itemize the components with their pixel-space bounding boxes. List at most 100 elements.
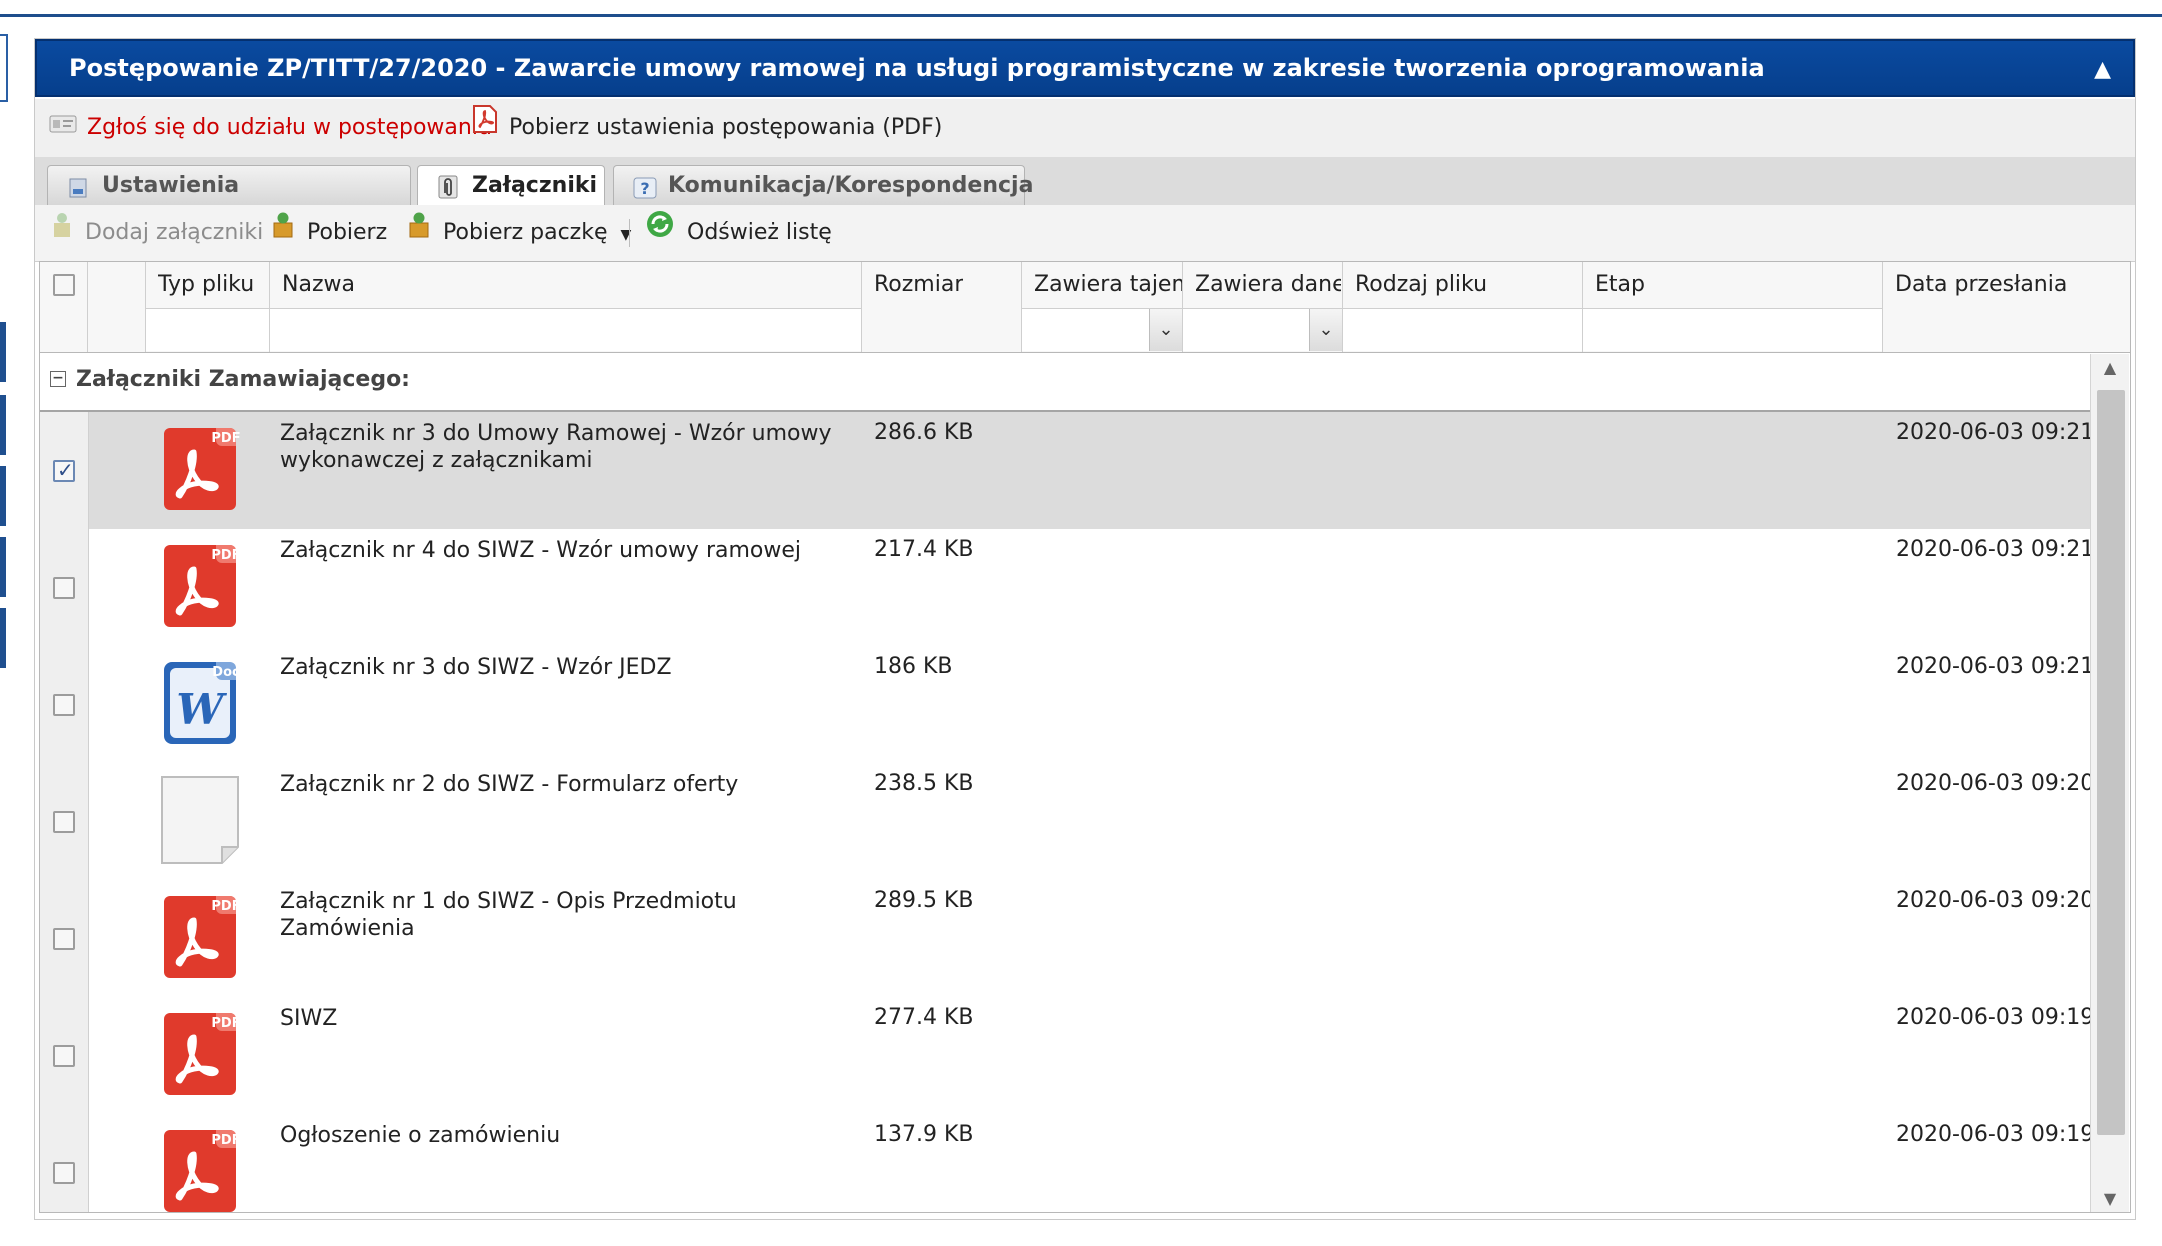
- pdf-file-icon: PDF: [158, 1009, 248, 1099]
- table-row[interactable]: PDF Załącznik nr 4 do SIWZ - Wzór umowy r…: [40, 529, 2090, 647]
- toolbar-separator: [629, 219, 630, 247]
- row-checkbox[interactable]: [53, 577, 75, 599]
- tab-strip: Ustawienia postępowania Załączniki ? Kom…: [35, 157, 2135, 238]
- file-name: Załącznik nr 2 do SIWZ - Formularz ofert…: [280, 772, 739, 797]
- row-checkbox[interactable]: [53, 928, 75, 950]
- id-card-icon: [49, 99, 77, 157]
- tab-ustawienia[interactable]: Ustawienia postępowania: [47, 165, 411, 238]
- add-attachments-label: Dodaj załączniki: [85, 220, 264, 245]
- refresh-button[interactable]: Odśwież listę: [645, 205, 832, 261]
- vertical-scrollbar[interactable]: ▲ ▼: [2090, 354, 2129, 1212]
- scroll-down-arrow-icon[interactable]: ▼: [2091, 1189, 2129, 1208]
- left-side-tab[interactable]: [0, 537, 6, 597]
- pdf-file-icon: PDF: [158, 1126, 248, 1212]
- download-button[interactable]: Pobierz: [271, 205, 387, 261]
- svg-text:PDF: PDF: [211, 899, 240, 914]
- add-file-icon: [51, 205, 73, 261]
- scroll-up-arrow-icon[interactable]: ▲: [2091, 358, 2129, 377]
- type-filter-input[interactable]: [146, 308, 269, 351]
- tab-zalaczniki[interactable]: Załączniki: [417, 165, 605, 206]
- upload-date: 2020-06-03 09:19:1: [1896, 1122, 2090, 1147]
- column-title: Data przesłania: [1895, 272, 2068, 297]
- table-row[interactable]: PDF SIWZ 277.4 KB 2020-06-03 09:19:3: [40, 997, 2090, 1115]
- group-row[interactable]: − Załączniki Zamawiającego:: [40, 354, 2090, 412]
- apply-link[interactable]: Zgłoś się do udziału w postępowaniu: [49, 99, 492, 157]
- procedure-panel: Postępowanie ZP/TITT/27/2020 - Zawarcie …: [34, 38, 2136, 1220]
- table-row[interactable]: PDF Załącznik nr 1 do SIWZ - Opis Przedmi…: [40, 880, 2090, 998]
- file-name: Załącznik nr 4 do SIWZ - Wzór umowy ramo…: [280, 538, 802, 563]
- upload-date: 2020-06-03 09:21:3: [1896, 537, 2090, 562]
- column-stage[interactable]: Etap: [1583, 262, 1883, 352]
- file-size: 289.5 KB: [874, 888, 974, 913]
- table-row[interactable]: Załącznik nr 2 do SIWZ - Formularz ofert…: [40, 763, 2090, 881]
- pdf-icon: [471, 99, 499, 157]
- row-select-cell: [40, 763, 89, 880]
- row-select-cell: [40, 646, 89, 763]
- add-attachments-button[interactable]: Dodaj załączniki: [51, 205, 263, 261]
- name-filter-input[interactable]: [270, 308, 861, 351]
- upload-date: 2020-06-03 09:20:4: [1896, 771, 2090, 796]
- column-type[interactable]: Typ pliku: [146, 262, 270, 352]
- chevron-down-icon[interactable]: ⌄: [1149, 309, 1182, 351]
- tab-komunikacja[interactable]: ? Komunikacja/Korespondencja: [613, 165, 1033, 205]
- chevron-up-icon[interactable]: ▲: [2094, 41, 2111, 99]
- column-title: Rodzaj pliku: [1355, 272, 1488, 297]
- row-select-cell: [40, 529, 89, 646]
- table-row[interactable]: Doc W Załącznik nr 3 do SIWZ - Wzór JEDZ 18…: [40, 646, 2090, 764]
- pdf-file-icon: PDF: [158, 424, 248, 514]
- stage-filter-input[interactable]: [1583, 308, 1882, 351]
- file-name: Załącznik nr 3 do Umowy Ramowej - Wzór u…: [280, 421, 832, 473]
- file-size: 217.4 KB: [874, 537, 974, 562]
- panel-header[interactable]: Postępowanie ZP/TITT/27/2020 - Zawarcie …: [35, 39, 2135, 97]
- column-kind[interactable]: Rodzaj pliku: [1343, 262, 1583, 352]
- kind-filter-input[interactable]: [1343, 308, 1582, 351]
- file-size: 286.6 KB: [874, 420, 974, 445]
- download-package-label: Pobierz paczkę: [443, 220, 608, 245]
- svg-text:W: W: [176, 685, 227, 734]
- column-name[interactable]: Nazwa: [270, 262, 862, 352]
- row-checkbox[interactable]: [53, 1045, 75, 1067]
- file-size: 137.9 KB: [874, 1122, 974, 1147]
- personal-filter-select[interactable]: ⌄: [1183, 308, 1342, 351]
- row-checkbox[interactable]: [53, 458, 75, 482]
- column-date[interactable]: Data przesłania: [1883, 262, 2130, 352]
- apply-label: Zgłoś się do udziału w postępowaniu: [87, 115, 492, 140]
- left-side-tab[interactable]: [0, 466, 6, 526]
- left-side-tab[interactable]: [0, 322, 6, 382]
- column-personal[interactable]: Zawiera dane osobowe ⌄: [1183, 262, 1343, 352]
- select-all-checkbox[interactable]: [53, 274, 75, 296]
- column-title: Rozmiar: [874, 272, 964, 297]
- column-title: Typ pliku: [158, 272, 255, 297]
- column-title: Nazwa: [282, 272, 355, 297]
- tab-label: Załączniki: [472, 173, 598, 198]
- collapse-group-icon[interactable]: −: [50, 371, 66, 387]
- download-settings-link[interactable]: Pobierz ustawienia postępowania (PDF): [471, 99, 942, 157]
- row-select-cell: [40, 1114, 89, 1212]
- secret-filter-select[interactable]: ⌄: [1022, 308, 1182, 351]
- grid-toolbar: Dodaj załączniki Pobierz Pobierz paczkę …: [35, 205, 2135, 262]
- left-edge-box: [0, 34, 8, 102]
- column-title: Zawiera tajemnica: [1034, 272, 1182, 297]
- column-size[interactable]: Rozmiar: [862, 262, 1022, 352]
- download-icon: [271, 205, 295, 261]
- file-size: 277.4 KB: [874, 1005, 974, 1030]
- chevron-down-icon[interactable]: ⌄: [1309, 309, 1342, 351]
- scrollbar-thumb[interactable]: [2097, 390, 2125, 1135]
- column-secret[interactable]: Zawiera tajemnica ⌄: [1022, 262, 1183, 352]
- left-side-tab[interactable]: [0, 608, 6, 668]
- column-title: Zawiera dane osobowe: [1195, 272, 1341, 297]
- row-checkbox[interactable]: [53, 1162, 75, 1184]
- action-bar: Zgłoś się do udziału w postępowaniu Pobi…: [35, 99, 2135, 158]
- upload-date: 2020-06-03 09:20:2: [1896, 888, 2090, 913]
- package-icon: [407, 205, 431, 261]
- row-select-cell: [40, 412, 89, 529]
- table-row[interactable]: PDF Załącznik nr 3 do Umowy Ramowej - Wzó…: [40, 412, 2090, 530]
- table-row[interactable]: PDF Ogłoszenie o zamówieniu 137.9 KB 2020-0…: [40, 1114, 2090, 1212]
- column-title: Etap: [1595, 272, 1645, 297]
- row-checkbox[interactable]: [53, 811, 75, 833]
- generic-file-icon: [158, 775, 248, 865]
- pdf-file-icon: PDF: [158, 892, 248, 982]
- download-package-button[interactable]: Pobierz paczkę ▼: [407, 205, 631, 261]
- left-side-tab[interactable]: [0, 395, 6, 455]
- row-checkbox[interactable]: [53, 694, 75, 716]
